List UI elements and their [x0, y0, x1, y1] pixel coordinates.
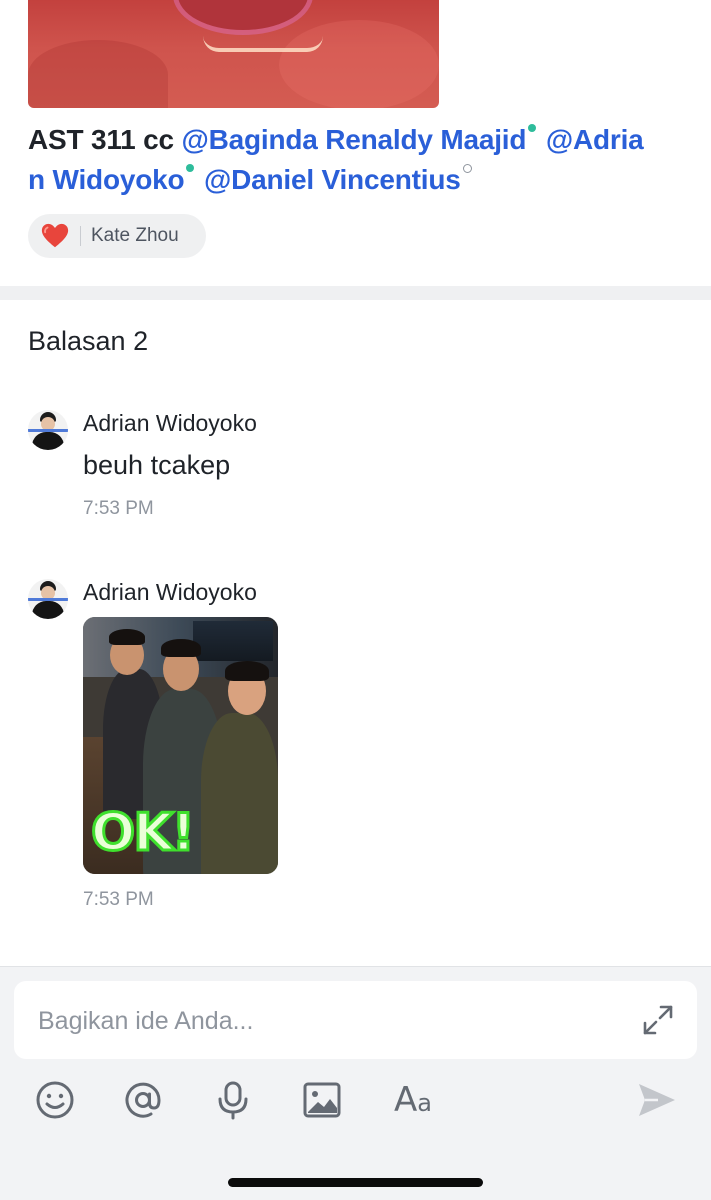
text-format-button[interactable]: Aa: [388, 1077, 438, 1123]
image-shade: [279, 20, 439, 108]
post-image[interactable]: [28, 0, 439, 108]
replies-title: Balasan 2: [28, 326, 149, 356]
heart-icon: [41, 223, 69, 248]
image-icon: [303, 1082, 341, 1118]
mention-button[interactable]: [120, 1077, 166, 1123]
mention-daniel[interactable]: @Daniel Vincentius: [204, 164, 461, 195]
image-shade: [28, 40, 168, 108]
reaction-user: Kate Zhou: [91, 225, 179, 246]
emoji-icon: [36, 1081, 74, 1119]
reply-item: Adrian Widoyoko OK! 7:53 PM: [28, 579, 678, 914]
emoji-button[interactable]: [32, 1077, 78, 1123]
text-format-icon: Aa: [394, 1080, 432, 1120]
mention-icon: [125, 1082, 161, 1118]
reply-author[interactable]: Adrian Widoyoko: [83, 579, 257, 606]
composer-toolbar: Aa: [0, 1077, 711, 1127]
reaction-pill[interactable]: Kate Zhou: [28, 214, 206, 258]
mention-adrian-part2[interactable]: n Widoyoko: [28, 164, 185, 195]
reply-item: Adrian Widoyoko beuh tcakep 7:53 PM: [28, 410, 678, 520]
online-status-dot: [186, 164, 195, 172]
avatar[interactable]: [28, 579, 68, 619]
composer: Aa: [0, 966, 711, 1200]
reply-time: 7:53 PM: [83, 498, 154, 519]
ok-overlay-text: OK!: [89, 802, 196, 865]
reply-photo[interactable]: OK!: [83, 617, 278, 874]
image-button[interactable]: [299, 1077, 345, 1123]
reply-text: beuh tcakep: [83, 450, 231, 480]
reaction-separator: [80, 226, 81, 246]
send-button[interactable]: [634, 1077, 680, 1123]
mention-adrian-part1[interactable]: @Adria: [546, 124, 644, 155]
home-indicator[interactable]: [228, 1178, 483, 1187]
mention-baginda[interactable]: @Baginda Renaldy Maajid: [181, 124, 526, 155]
expand-icon[interactable]: [641, 1003, 675, 1037]
image-highlight: [203, 36, 323, 52]
composer-input[interactable]: [36, 981, 630, 1061]
composer-input-box[interactable]: [14, 981, 697, 1061]
post-message: AST 311 cc @Baginda Renaldy Maajid @Adri…: [28, 120, 678, 200]
section-divider: [0, 286, 711, 300]
reply-author[interactable]: Adrian Widoyoko: [83, 410, 257, 437]
image-object: [178, 0, 308, 30]
voice-button[interactable]: [210, 1077, 256, 1123]
avatar[interactable]: [28, 410, 68, 450]
microphone-icon: [218, 1081, 248, 1120]
send-icon: [639, 1084, 675, 1116]
offline-status-dot: [462, 164, 472, 173]
thread-page: AST 311 cc @Baginda Renaldy Maajid @Adri…: [0, 0, 711, 1200]
message-prefix: AST 311 cc: [28, 124, 174, 155]
reply-time: 7:53 PM: [83, 889, 154, 910]
online-status-dot: [528, 124, 537, 132]
